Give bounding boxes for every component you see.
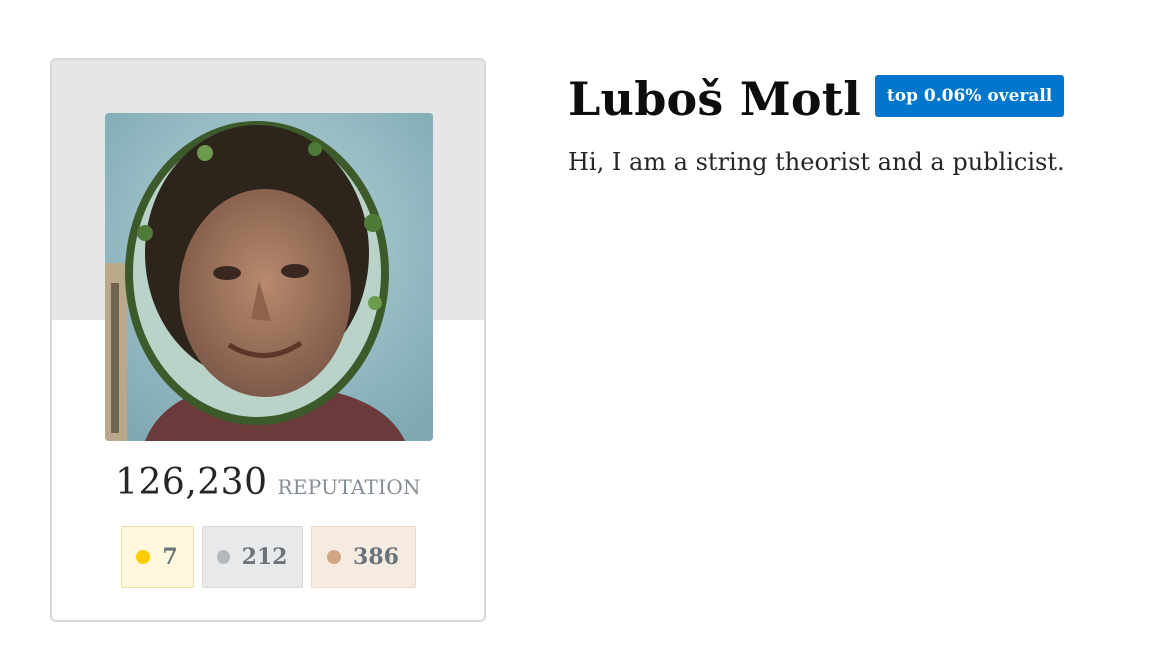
user-name: Luboš Motl	[568, 72, 861, 126]
bronze-badge-icon	[327, 550, 342, 564]
gold-badge-number: 7	[162, 544, 178, 570]
reputation: 126,230 REPUTATION	[52, 462, 484, 503]
profile-page: 126,230 REPUTATION 7 212 386 Luboš Motl t…	[0, 0, 1165, 671]
reputation-label: REPUTATION	[277, 475, 421, 499]
bronze-badge-number: 386	[353, 544, 399, 570]
bronze-badge-count[interactable]: 386	[310, 526, 416, 588]
user-card: 126,230 REPUTATION 7 212 386	[50, 58, 486, 622]
silver-badge-icon	[216, 550, 230, 564]
rank-badge[interactable]: top 0.06% overall	[874, 75, 1065, 117]
avatar-photo-icon	[105, 113, 433, 441]
user-header: Luboš Motl top 0.06% overall	[568, 72, 1065, 126]
badge-counts: 7 212 386	[52, 526, 484, 588]
gold-badge-count[interactable]: 7	[120, 526, 194, 588]
user-avatar[interactable]	[105, 113, 433, 441]
user-bio: Hi, I am a string theorist and a publici…	[568, 148, 1065, 176]
gold-badge-icon	[136, 550, 151, 564]
reputation-value: 126,230	[115, 462, 268, 503]
silver-badge-count[interactable]: 212	[201, 526, 303, 588]
silver-badge-number: 212	[241, 544, 288, 570]
